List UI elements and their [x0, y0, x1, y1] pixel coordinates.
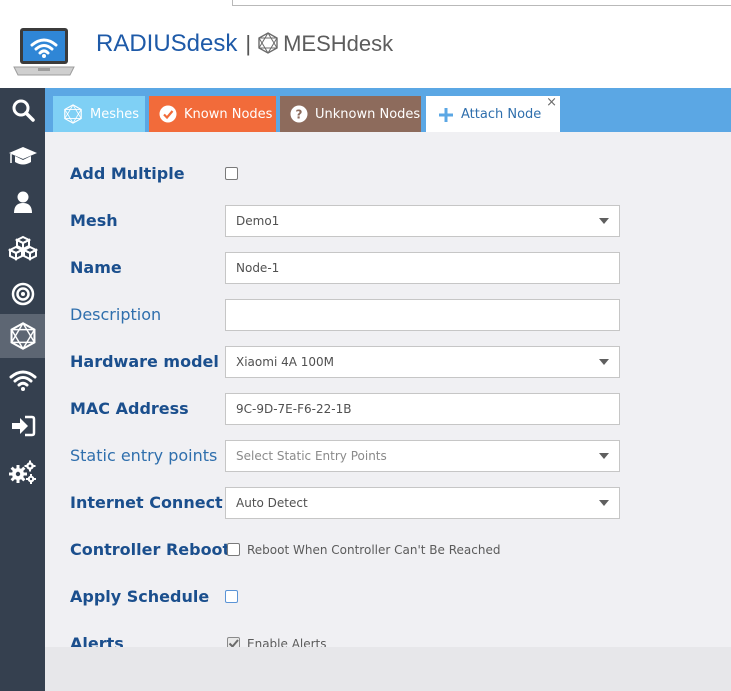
mesh-hexagon-icon [10, 322, 35, 350]
wifi-icon [9, 370, 36, 391]
apply-schedule-checkbox[interactable] [225, 590, 238, 603]
mesh-hexagon-icon [63, 104, 83, 124]
mac-address-label: MAC Address [70, 399, 189, 418]
nav-wifi[interactable] [0, 358, 45, 402]
mesh-select[interactable]: Demo1 [225, 205, 620, 237]
browser-address-bar-edge [232, 0, 731, 6]
chevron-down-icon[interactable] [599, 500, 609, 506]
cogs-icon [8, 460, 36, 484]
nav-search[interactable] [0, 88, 45, 132]
row-mesh: Mesh Demo1 [70, 205, 630, 237]
alerts-checkbox-label[interactable]: Enable Alerts [247, 628, 327, 647]
name-value: Node-1 [236, 261, 280, 275]
cubes-icon [7, 235, 38, 261]
sign-in-icon [11, 415, 35, 437]
check-circle-icon [159, 105, 177, 123]
tab-attach-node[interactable]: Attach Node × [426, 96, 560, 133]
name-label: Name [70, 258, 122, 277]
app-title-text: RADIUSdesk [96, 30, 238, 57]
chevron-down-icon[interactable] [599, 218, 609, 224]
user-icon [13, 191, 32, 213]
row-static-entry-points: Static entry points Select Static Entry … [70, 440, 630, 472]
title-separator: | [245, 31, 252, 56]
search-icon [12, 99, 35, 122]
target-icon [11, 282, 34, 306]
internet-connect-value: Auto Detect [236, 496, 308, 510]
hardware-model-select[interactable]: Xiaomi 4A 100M [225, 346, 620, 378]
nav-user[interactable] [0, 180, 45, 224]
controller-reboot-checkbox[interactable] [227, 543, 240, 556]
controller-reboot-label: Controller Reboot [70, 540, 231, 559]
laptop-wifi-icon [13, 28, 75, 76]
apply-schedule-label: Apply Schedule [70, 587, 210, 606]
tab-meshes-label: Meshes [90, 106, 139, 122]
tab-close-icon[interactable]: × [546, 96, 557, 109]
add-multiple-label: Add Multiple [70, 164, 185, 183]
row-add-multiple: Add Multiple [70, 158, 630, 190]
graduation-cap-icon [8, 147, 37, 165]
mesh-label: Mesh [70, 211, 118, 230]
nav-graduation[interactable] [0, 134, 45, 178]
plus-icon [438, 107, 454, 123]
description-label: Description [70, 305, 162, 324]
internet-connect-select[interactable]: Auto Detect [225, 487, 620, 519]
checkmark-icon [228, 639, 239, 647]
name-input[interactable]: Node-1 [225, 252, 620, 284]
static-entry-points-select[interactable]: Select Static Entry Points [225, 440, 620, 472]
row-controller-reboot: Controller Reboot Reboot When Controller… [70, 534, 630, 566]
mesh-value: Demo1 [236, 214, 280, 228]
tab-attach-node-label: Attach Node [461, 107, 542, 122]
nav-cubes[interactable] [0, 226, 45, 270]
controller-reboot-checkbox-label[interactable]: Reboot When Controller Can't Be Reached [247, 534, 500, 566]
svg-text:?: ? [296, 108, 303, 122]
tab-known-nodes[interactable]: Known Nodes [149, 96, 276, 132]
nav-mesh[interactable] [0, 314, 45, 358]
app-title: RADIUSdesk | MESHdesk [96, 30, 393, 58]
app-subtitle: MESHdesk [283, 31, 394, 56]
mac-address-value: 9C-9D-7E-F6-22-1B [236, 402, 352, 416]
alerts-checkbox[interactable] [227, 637, 240, 647]
mac-address-input[interactable]: 9C-9D-7E-F6-22-1B [225, 393, 620, 425]
browser-top-strip [0, 0, 731, 8]
static-entry-points-placeholder: Select Static Entry Points [236, 449, 387, 463]
row-mac-address: MAC Address 9C-9D-7E-F6-22-1B [70, 393, 630, 425]
nav-sign-in[interactable] [0, 404, 45, 448]
row-internet-connect: Internet Connect Auto Detect [70, 487, 630, 519]
app-header: RADIUSdesk | MESHdesk [0, 8, 731, 88]
internet-connect-label: Internet Connect [70, 493, 223, 512]
chevron-down-icon[interactable] [599, 453, 609, 459]
tab-known-nodes-label: Known Nodes [184, 106, 273, 122]
nav-target[interactable] [0, 272, 45, 316]
row-apply-schedule: Apply Schedule [70, 581, 630, 613]
tab-bar: Meshes Known Nodes ? Unknown Nodes Attac… [45, 88, 731, 133]
add-multiple-checkbox[interactable] [225, 167, 238, 180]
alerts-label: Alerts [70, 634, 124, 647]
chevron-down-icon[interactable] [599, 359, 609, 365]
static-entry-points-label: Static entry points [70, 446, 218, 465]
row-description: Description [70, 299, 630, 331]
hardware-model-value: Xiaomi 4A 100M [236, 355, 335, 369]
hardware-model-label: Hardware model [70, 352, 219, 371]
question-circle-icon: ? [290, 105, 308, 123]
app-window: RADIUSdesk | MESHdesk Meshes Known Nodes… [0, 0, 731, 691]
row-name: Name Node-1 [70, 252, 630, 284]
attach-node-form: Add Multiple Mesh Demo1 Name Node-1 Desc… [45, 132, 731, 647]
nav-settings[interactable] [0, 450, 45, 494]
tab-unknown-nodes-label: Unknown Nodes [315, 106, 421, 122]
form-footer [45, 647, 731, 691]
description-input[interactable] [225, 299, 620, 331]
tab-meshes[interactable]: Meshes [53, 96, 145, 132]
row-alerts: Alerts Enable Alerts [70, 628, 630, 647]
tab-unknown-nodes[interactable]: ? Unknown Nodes [280, 96, 421, 132]
left-nav [0, 88, 45, 691]
row-hardware-model: Hardware model Xiaomi 4A 100M [70, 346, 630, 378]
mesh-hexagon-icon [258, 32, 278, 54]
